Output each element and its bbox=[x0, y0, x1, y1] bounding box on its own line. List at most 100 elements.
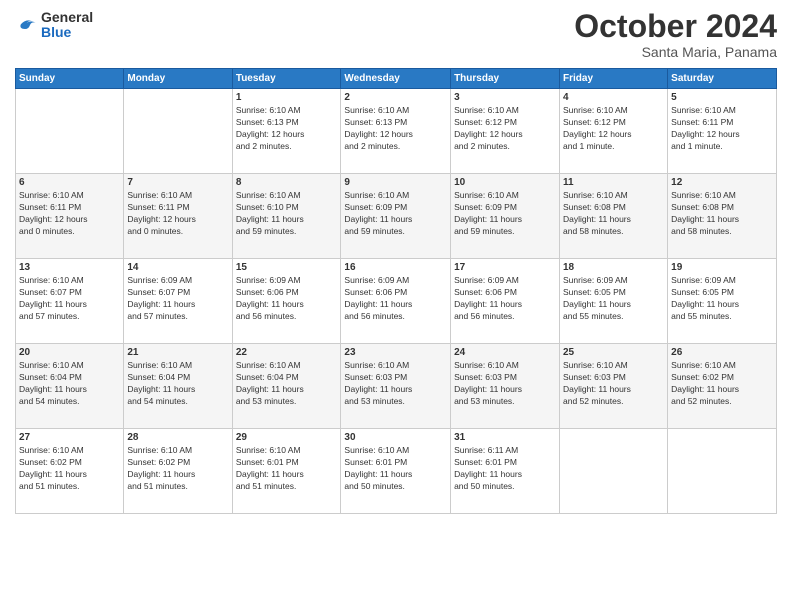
day-number: 27 bbox=[19, 432, 120, 443]
week-row-2: 13 Sunrise: 6:10 AM Sunset: 6:07 PM Dayli… bbox=[16, 259, 777, 344]
day-number: 8 bbox=[236, 177, 338, 188]
logo-text: General Blue bbox=[41, 10, 93, 41]
calendar-cell: 8 Sunrise: 6:10 AM Sunset: 6:10 PM Daylig… bbox=[232, 174, 341, 259]
calendar-cell: 26 Sunrise: 6:10 AM Sunset: 6:02 PM Dayli… bbox=[668, 344, 777, 429]
calendar-cell: 16Sunrise: 6:09 AM Sunset: 6:06 PM Dayli… bbox=[341, 259, 451, 344]
day-number: 2 bbox=[344, 92, 447, 103]
day-number: 4 bbox=[563, 92, 664, 103]
day-number: 13 bbox=[19, 262, 120, 273]
day-number: 14 bbox=[127, 262, 228, 273]
day-number: 18 bbox=[563, 262, 664, 273]
header-friday: Friday bbox=[560, 69, 668, 89]
calendar-cell: 12Sunrise: 6:10 AM Sunset: 6:08 PM Dayli… bbox=[668, 174, 777, 259]
calendar-cell bbox=[124, 89, 232, 174]
day-number: 5 bbox=[671, 92, 773, 103]
day-number: 21 bbox=[127, 347, 228, 358]
calendar-cell: 29 Sunrise: 6:10 AM Sunset: 6:01 PM Dayli… bbox=[232, 429, 341, 514]
calendar-cell: 14 Sunrise: 6:09 AM Sunset: 6:07 PM Dayli… bbox=[124, 259, 232, 344]
day-number: 31 bbox=[454, 432, 556, 443]
day-number: 16 bbox=[344, 262, 447, 273]
day-number: 30 bbox=[344, 432, 447, 443]
week-row-3: 20Sunrise: 6:10 AM Sunset: 6:04 PM Dayli… bbox=[16, 344, 777, 429]
day-number: 12 bbox=[671, 177, 773, 188]
day-info: Sunrise: 6:10 AM Sunset: 6:10 PM Dayligh… bbox=[236, 190, 338, 238]
week-row-4: 27 Sunrise: 6:10 AM Sunset: 6:02 PM Dayli… bbox=[16, 429, 777, 514]
day-info: Sunrise: 6:10 AM Sunset: 6:03 PM Dayligh… bbox=[454, 360, 556, 408]
day-number: 23 bbox=[344, 347, 447, 358]
month-title: October 2024 bbox=[574, 10, 777, 42]
day-info: Sunrise: 6:10 AM Sunset: 6:12 PM Dayligh… bbox=[454, 105, 556, 153]
calendar-table: Sunday Monday Tuesday Wednesday Thursday… bbox=[15, 68, 777, 514]
day-info: Sunrise: 6:09 AM Sunset: 6:05 PM Dayligh… bbox=[563, 275, 664, 323]
day-number: 3 bbox=[454, 92, 556, 103]
header-tuesday: Tuesday bbox=[232, 69, 341, 89]
calendar-cell: 11Sunrise: 6:10 AM Sunset: 6:08 PM Dayli… bbox=[560, 174, 668, 259]
calendar-cell: 18 Sunrise: 6:09 AM Sunset: 6:05 PM Dayli… bbox=[560, 259, 668, 344]
calendar-cell: 9 Sunrise: 6:10 AM Sunset: 6:09 PM Daylig… bbox=[341, 174, 451, 259]
calendar-cell: 28 Sunrise: 6:10 AM Sunset: 6:02 PM Dayli… bbox=[124, 429, 232, 514]
day-info: Sunrise: 6:10 AM Sunset: 6:01 PM Dayligh… bbox=[236, 445, 338, 493]
day-info: Sunrise: 6:10 AM Sunset: 6:09 PM Dayligh… bbox=[454, 190, 556, 238]
day-number: 26 bbox=[671, 347, 773, 358]
day-info: Sunrise: 6:10 AM Sunset: 6:12 PM Dayligh… bbox=[563, 105, 664, 153]
calendar-cell: 24 Sunrise: 6:10 AM Sunset: 6:03 PM Dayli… bbox=[451, 344, 560, 429]
day-number: 6 bbox=[19, 177, 120, 188]
calendar-cell: 7 Sunrise: 6:10 AM Sunset: 6:11 PM Daylig… bbox=[124, 174, 232, 259]
calendar-cell: 30 Sunrise: 6:10 AM Sunset: 6:01 PM Dayli… bbox=[341, 429, 451, 514]
calendar-cell: 2 Sunrise: 6:10 AM Sunset: 6:13 PM Daylig… bbox=[341, 89, 451, 174]
day-info: Sunrise: 6:10 AM Sunset: 6:03 PM Dayligh… bbox=[344, 360, 447, 408]
day-number: 22 bbox=[236, 347, 338, 358]
header-monday: Monday bbox=[124, 69, 232, 89]
day-info: Sunrise: 6:10 AM Sunset: 6:01 PM Dayligh… bbox=[344, 445, 447, 493]
day-info: Sunrise: 6:10 AM Sunset: 6:07 PM Dayligh… bbox=[19, 275, 120, 323]
day-info: Sunrise: 6:10 AM Sunset: 6:09 PM Dayligh… bbox=[344, 190, 447, 238]
day-number: 17 bbox=[454, 262, 556, 273]
day-number: 24 bbox=[454, 347, 556, 358]
day-info: Sunrise: 6:10 AM Sunset: 6:04 PM Dayligh… bbox=[127, 360, 228, 408]
location-subtitle: Santa Maria, Panama bbox=[574, 44, 777, 60]
day-info: Sunrise: 6:09 AM Sunset: 6:07 PM Dayligh… bbox=[127, 275, 228, 323]
week-row-0: 1 Sunrise: 6:10 AM Sunset: 6:13 PM Daylig… bbox=[16, 89, 777, 174]
calendar-cell: 3 Sunrise: 6:10 AM Sunset: 6:12 PM Daylig… bbox=[451, 89, 560, 174]
day-info: Sunrise: 6:10 AM Sunset: 6:02 PM Dayligh… bbox=[127, 445, 228, 493]
calendar-cell: 5Sunrise: 6:10 AM Sunset: 6:11 PM Daylig… bbox=[668, 89, 777, 174]
calendar-cell bbox=[560, 429, 668, 514]
day-info: Sunrise: 6:10 AM Sunset: 6:13 PM Dayligh… bbox=[236, 105, 338, 153]
logo-blue: Blue bbox=[41, 25, 93, 40]
header-thursday: Thursday bbox=[451, 69, 560, 89]
calendar-cell: 13 Sunrise: 6:10 AM Sunset: 6:07 PM Dayli… bbox=[16, 259, 124, 344]
calendar-cell: 31Sunrise: 6:11 AM Sunset: 6:01 PM Dayli… bbox=[451, 429, 560, 514]
day-info: Sunrise: 6:10 AM Sunset: 6:04 PM Dayligh… bbox=[236, 360, 338, 408]
day-info: Sunrise: 6:09 AM Sunset: 6:06 PM Dayligh… bbox=[236, 275, 338, 323]
calendar-header-row: Sunday Monday Tuesday Wednesday Thursday… bbox=[16, 69, 777, 89]
calendar-cell: 10 Sunrise: 6:10 AM Sunset: 6:09 PM Dayli… bbox=[451, 174, 560, 259]
day-info: Sunrise: 6:09 AM Sunset: 6:06 PM Dayligh… bbox=[454, 275, 556, 323]
header-sunday: Sunday bbox=[16, 69, 124, 89]
day-number: 15 bbox=[236, 262, 338, 273]
day-info: Sunrise: 6:10 AM Sunset: 6:04 PM Dayligh… bbox=[19, 360, 120, 408]
calendar-cell: 21 Sunrise: 6:10 AM Sunset: 6:04 PM Dayli… bbox=[124, 344, 232, 429]
day-info: Sunrise: 6:10 AM Sunset: 6:08 PM Dayligh… bbox=[563, 190, 664, 238]
calendar-cell: 6Sunrise: 6:10 AM Sunset: 6:11 PM Daylig… bbox=[16, 174, 124, 259]
day-number: 10 bbox=[454, 177, 556, 188]
calendar-cell: 4 Sunrise: 6:10 AM Sunset: 6:12 PM Daylig… bbox=[560, 89, 668, 174]
day-info: Sunrise: 6:10 AM Sunset: 6:02 PM Dayligh… bbox=[671, 360, 773, 408]
day-number: 7 bbox=[127, 177, 228, 188]
day-info: Sunrise: 6:10 AM Sunset: 6:11 PM Dayligh… bbox=[127, 190, 228, 238]
calendar-cell: 19Sunrise: 6:09 AM Sunset: 6:05 PM Dayli… bbox=[668, 259, 777, 344]
day-number: 28 bbox=[127, 432, 228, 443]
day-number: 25 bbox=[563, 347, 664, 358]
day-number: 29 bbox=[236, 432, 338, 443]
day-info: Sunrise: 6:09 AM Sunset: 6:05 PM Dayligh… bbox=[671, 275, 773, 323]
calendar-cell: 17 Sunrise: 6:09 AM Sunset: 6:06 PM Dayli… bbox=[451, 259, 560, 344]
day-number: 9 bbox=[344, 177, 447, 188]
day-number: 1 bbox=[236, 92, 338, 103]
header-saturday: Saturday bbox=[668, 69, 777, 89]
day-info: Sunrise: 6:10 AM Sunset: 6:13 PM Dayligh… bbox=[344, 105, 447, 153]
day-info: Sunrise: 6:10 AM Sunset: 6:03 PM Dayligh… bbox=[563, 360, 664, 408]
calendar-cell: 1 Sunrise: 6:10 AM Sunset: 6:13 PM Daylig… bbox=[232, 89, 341, 174]
calendar-cell: 23 Sunrise: 6:10 AM Sunset: 6:03 PM Dayli… bbox=[341, 344, 451, 429]
logo: General Blue bbox=[15, 10, 93, 41]
header: General Blue October 2024 Santa Maria, P… bbox=[15, 10, 777, 60]
week-row-1: 6 Sunrise: 6:10 AM Sunset: 6:11 PM Daylig… bbox=[16, 174, 777, 259]
